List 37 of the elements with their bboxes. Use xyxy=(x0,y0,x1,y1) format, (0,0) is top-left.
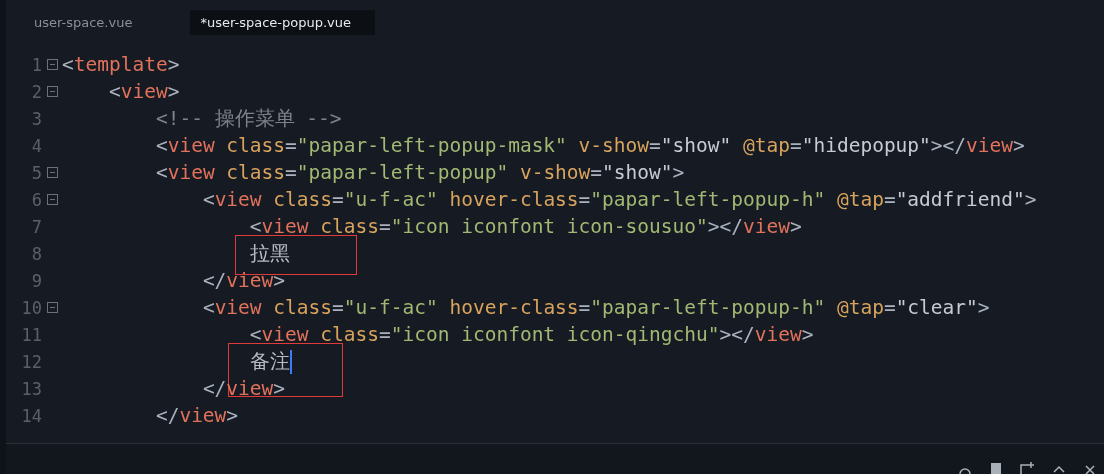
code-line: <view class="papar-left-popup" v-show="show"> xyxy=(155,161,685,184)
code-line: </view> xyxy=(155,404,239,427)
fold-icon[interactable] xyxy=(46,194,58,205)
line-number: 13 xyxy=(20,378,42,399)
line-number: 9 xyxy=(30,270,42,291)
code-line: <view class="icon iconfont icon-sousuo"></view> xyxy=(249,215,802,238)
code-line: <view> xyxy=(108,80,180,103)
fold-icon[interactable] xyxy=(46,302,58,313)
code-line: <template> xyxy=(62,53,180,76)
code-line: 拉黑 xyxy=(249,241,290,267)
line-number: 4 xyxy=(30,135,42,156)
code-line: <view class="papar-left-popup-mask" v-show="show" @tap="hidepopup"></view> xyxy=(155,134,1025,157)
line-number: 7 xyxy=(30,216,42,237)
line-number: 5 xyxy=(30,162,42,183)
expand-icon[interactable] xyxy=(1020,462,1034,474)
line-number: 6 xyxy=(30,189,42,210)
code-line: <view class="icon iconfont icon-qingchu"></view> xyxy=(249,323,814,346)
line-number: 1 xyxy=(30,54,42,75)
fold-icon[interactable] xyxy=(46,86,58,97)
code-line: <!-- 操作菜单 --> xyxy=(155,106,342,132)
fold-icon[interactable] xyxy=(46,167,58,178)
code-line: <view class="u-f-ac" hover-class="papar-left-popup-h" @tap="clear"> xyxy=(202,296,990,319)
line-number: 8 xyxy=(30,243,42,264)
code-line: 备注 xyxy=(249,349,290,375)
line-number: 11 xyxy=(20,324,42,345)
line-number: 12 xyxy=(20,351,42,372)
close-icon[interactable] xyxy=(1084,462,1096,474)
line-number: 14 xyxy=(20,405,42,426)
file-tab[interactable]: *user-space-popup.vue xyxy=(190,9,375,35)
code-line: <view class="u-f-ac" hover-class="papar-left-popup-h" @tap="addfriend"> xyxy=(202,188,1037,211)
line-number: 10 xyxy=(20,297,42,318)
file-tab[interactable]: user-space.vue xyxy=(28,10,159,34)
line-number: 2 xyxy=(30,81,42,102)
code-line: </view> xyxy=(202,269,286,292)
square-icon[interactable] xyxy=(990,462,1002,474)
line-number: 3 xyxy=(30,108,42,129)
fold-icon[interactable] xyxy=(46,59,58,70)
